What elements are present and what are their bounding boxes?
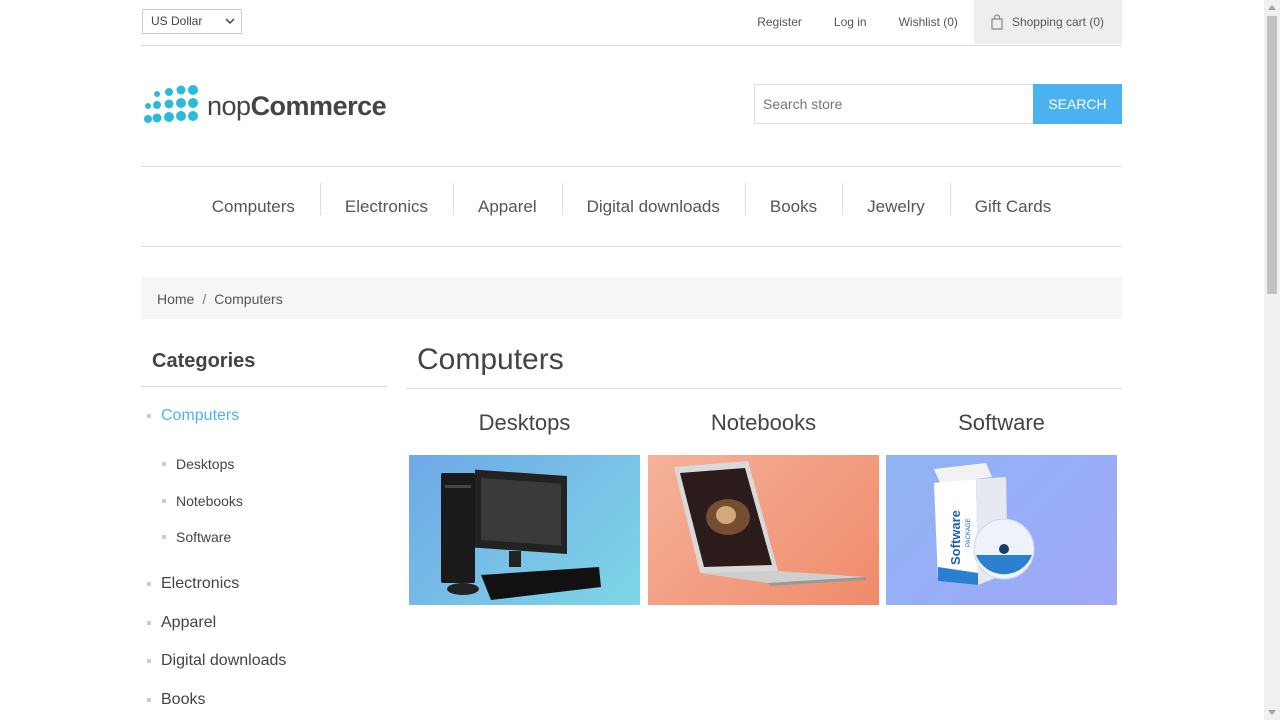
sidebar-item-label: Digital downloads (161, 652, 287, 669)
bullet-icon (162, 499, 166, 503)
breadcrumb-home[interactable]: Home (157, 291, 194, 307)
menu-item-computers[interactable]: Computers (187, 197, 320, 217)
register-link[interactable]: Register (741, 15, 818, 29)
subcategory-notebooks[interactable]: Notebooks (648, 410, 879, 605)
breadcrumb: Home / Computers (141, 277, 1122, 319)
sidebar-item-label: Computers (161, 407, 240, 424)
notebook-laptop-image[interactable] (648, 455, 879, 605)
logo[interactable]: nopCommerce (143, 84, 393, 128)
breadcrumb-separator: / (202, 291, 207, 307)
menu-item-jewelry[interactable]: Jewelry (842, 182, 950, 217)
currency-value: US Dollar (151, 14, 203, 28)
scrollbar-thumb[interactable] (1267, 16, 1277, 294)
sidebar-item-label: Apparel (161, 614, 217, 631)
bullet-icon (147, 414, 151, 418)
sidebar-item-label: Software (176, 529, 232, 545)
menu-item-apparel[interactable]: Apparel (453, 182, 562, 217)
menu-item-books[interactable]: Books (744, 182, 842, 217)
page-scrollbar[interactable] (1264, 0, 1280, 720)
top-menu: Computers Electronics Apparel Digital do… (141, 166, 1122, 247)
sidebar-item-books[interactable]: Books (147, 691, 205, 709)
sidebar-item-label: Notebooks (176, 493, 243, 509)
header-links-bar: US Dollar Register Log in Wishlist (0) S… (141, 0, 1122, 46)
sidebar-item-label: Desktops (176, 456, 235, 472)
categories-title: Categories (141, 350, 387, 387)
logo-text: nopCommerce (207, 90, 387, 121)
sidebar-item-digital-downloads[interactable]: Digital downloads (147, 652, 286, 670)
search-button[interactable]: Search (1033, 84, 1122, 124)
sidebar-item-desktops[interactable]: Desktops (162, 456, 234, 472)
sidebar-item-electronics[interactable]: Electronics (147, 575, 239, 593)
sidebar-item-label: Books (161, 691, 206, 708)
bullet-icon (162, 535, 166, 539)
bullet-icon (147, 698, 151, 702)
menu-item-electronics[interactable]: Electronics (319, 182, 453, 217)
desktop-computer-image[interactable] (409, 455, 640, 605)
subcategory-title[interactable]: Notebooks (648, 410, 879, 455)
scroll-up-icon[interactable] (1268, 5, 1276, 10)
menu-item-digital-downloads[interactable]: Digital downloads (561, 182, 745, 217)
sidebar-item-label: Electronics (161, 575, 240, 592)
shopping-bag-icon (991, 14, 1003, 30)
bullet-icon (162, 462, 166, 466)
currency-select[interactable]: US Dollar (142, 9, 242, 34)
scroll-down-icon[interactable] (1268, 710, 1276, 715)
sidebar-item-apparel[interactable]: Apparel (147, 614, 216, 632)
subcategory-software[interactable]: Software Software PACKAGE (886, 410, 1117, 605)
sidebar-item-computers[interactable]: Computers (147, 407, 239, 425)
sidebar-item-software[interactable]: Software (162, 529, 231, 545)
bullet-icon (147, 621, 151, 625)
login-link[interactable]: Log in (818, 15, 883, 29)
menu-item-gift-cards[interactable]: Gift Cards (949, 182, 1077, 217)
subcategory-title[interactable]: Desktops (409, 410, 640, 455)
breadcrumb-current: Computers (214, 291, 283, 307)
search-input[interactable] (754, 84, 1034, 124)
logo-dots-icon (144, 85, 198, 123)
wishlist-link[interactable]: Wishlist (0) (883, 15, 974, 29)
software-package-image[interactable]: Software PACKAGE (886, 455, 1117, 605)
cart-label: Shopping cart (0) (1011, 15, 1104, 29)
page-title: Computers (406, 343, 1122, 389)
software-box-label: Software (948, 510, 963, 565)
software-box-sublabel: PACKAGE (966, 518, 972, 547)
bullet-icon (147, 582, 151, 586)
shopping-cart-link[interactable]: Shopping cart (0) (973, 0, 1122, 44)
sidebar-item-notebooks[interactable]: Notebooks (162, 493, 243, 509)
bullet-icon (147, 659, 151, 663)
chevron-down-icon (225, 18, 235, 25)
subcategory-desktops[interactable]: Desktops (409, 410, 640, 605)
subcategory-title[interactable]: Software (886, 410, 1117, 455)
